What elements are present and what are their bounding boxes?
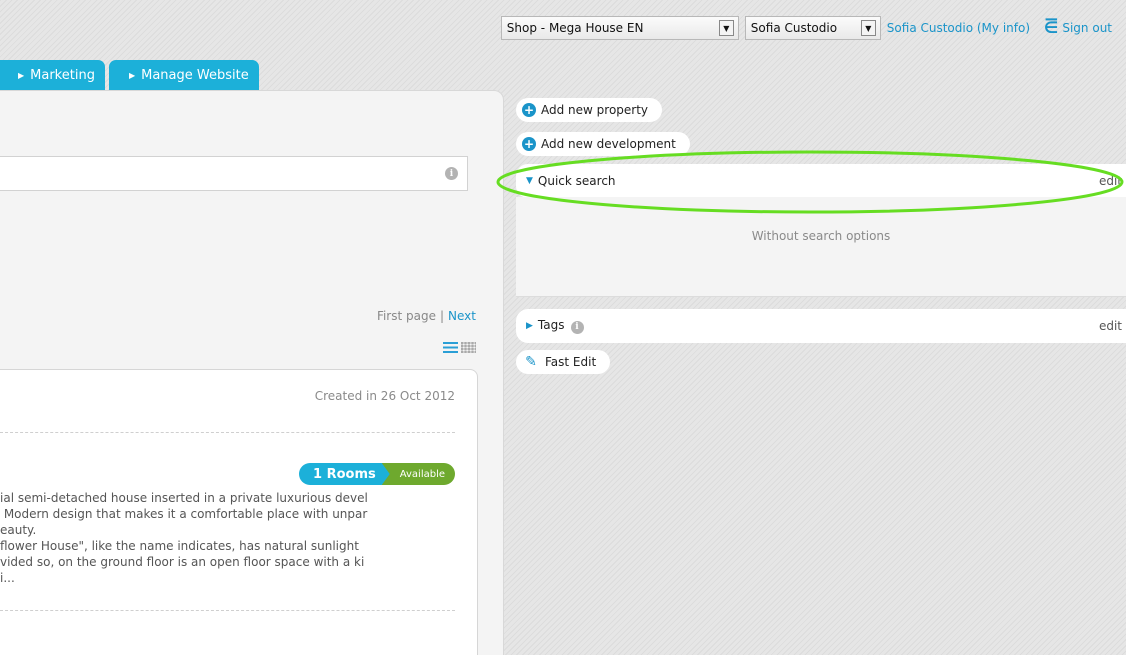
shop-select[interactable]: Shop - Mega House EN ▼ [500,16,739,40]
pencil-icon: ✎ [525,354,537,370]
caret-down-icon: ▼ [526,176,533,186]
add-property-button[interactable]: + Add new property [516,98,663,122]
tags-header[interactable]: ▶ Tags i edit [516,309,1126,343]
sign-out-icon: ⋶ [1044,18,1059,37]
quick-search-empty: Without search options [751,229,891,243]
quick-search-edit-link[interactable]: edit [1099,174,1122,188]
divider [0,610,455,611]
shop-select-value: Shop - Mega House EN [506,21,644,35]
main-tabs: ▶ Marketing ▶ Manage Website [0,60,259,90]
search-input[interactable]: i [0,156,468,191]
tab-label: Manage Website [141,67,249,83]
status-badge: Available [381,463,455,485]
divider [0,432,455,433]
sign-out-link[interactable]: ⋶ Sign out [1044,20,1112,36]
fast-edit-label: Fast Edit [545,355,597,369]
next-page-link[interactable]: Next [448,309,476,323]
plus-icon: + [522,103,536,117]
caret-right-icon: ▶ [526,321,533,331]
caret-right-icon: ▶ [18,70,25,80]
main-panel: i First page | Next Created in 26 Oct 2012… [0,90,504,655]
my-info-link[interactable]: Sofia Custodio (My info) [887,21,1030,35]
chevron-down-icon[interactable]: ▼ [860,20,876,36]
add-development-label: Add new development [541,137,676,151]
rooms-badge: 1 Rooms Available [299,463,455,485]
rooms-count: 1 Rooms [299,463,390,485]
sign-out-label: Sign out [1062,21,1112,35]
view-toggle [443,342,476,353]
plus-icon: + [522,137,536,151]
property-card[interactable]: Created in 26 Oct 2012 1 Rooms Available… [0,369,478,655]
quick-search-header[interactable]: ▼ Quick search edit [516,164,1126,198]
created-date: Created in 26 Oct 2012 [314,389,455,403]
pager-separator: | [439,309,445,323]
first-page-link[interactable]: First page [377,309,436,323]
tab-label: Marketing [30,67,95,83]
pager: First page | Next [377,309,476,323]
tab-manage-website[interactable]: ▶ Manage Website [108,60,259,90]
info-icon[interactable]: i [570,320,584,334]
grid-view-icon[interactable] [461,342,476,353]
add-development-button[interactable]: + Add new development [516,132,690,156]
tags-title: Tags [537,318,565,333]
quick-search-title: Quick search [537,174,616,188]
caret-right-icon: ▶ [128,70,136,80]
tab-marketing[interactable]: ▶ Marketing [0,60,105,90]
user-select-value: Sofia Custodio [750,21,838,35]
property-description: ial semi-detached house inserted in a pr… [0,491,368,585]
chevron-down-icon[interactable]: ▼ [718,20,734,36]
fast-edit-button[interactable]: ✎ Fast Edit [516,350,611,374]
top-bar: Shop - Mega House EN ▼ Sofia Custodio ▼ … [500,16,1112,40]
tags-edit-link[interactable]: edit [1099,319,1122,333]
tags-title-wrap: Tags i [538,318,1099,334]
list-view-icon[interactable] [443,342,458,353]
info-icon[interactable]: i [445,167,458,180]
add-property-label: Add new property [541,103,649,117]
quick-search-body: Without search options [516,197,1126,297]
user-select[interactable]: Sofia Custodio ▼ [744,16,881,40]
